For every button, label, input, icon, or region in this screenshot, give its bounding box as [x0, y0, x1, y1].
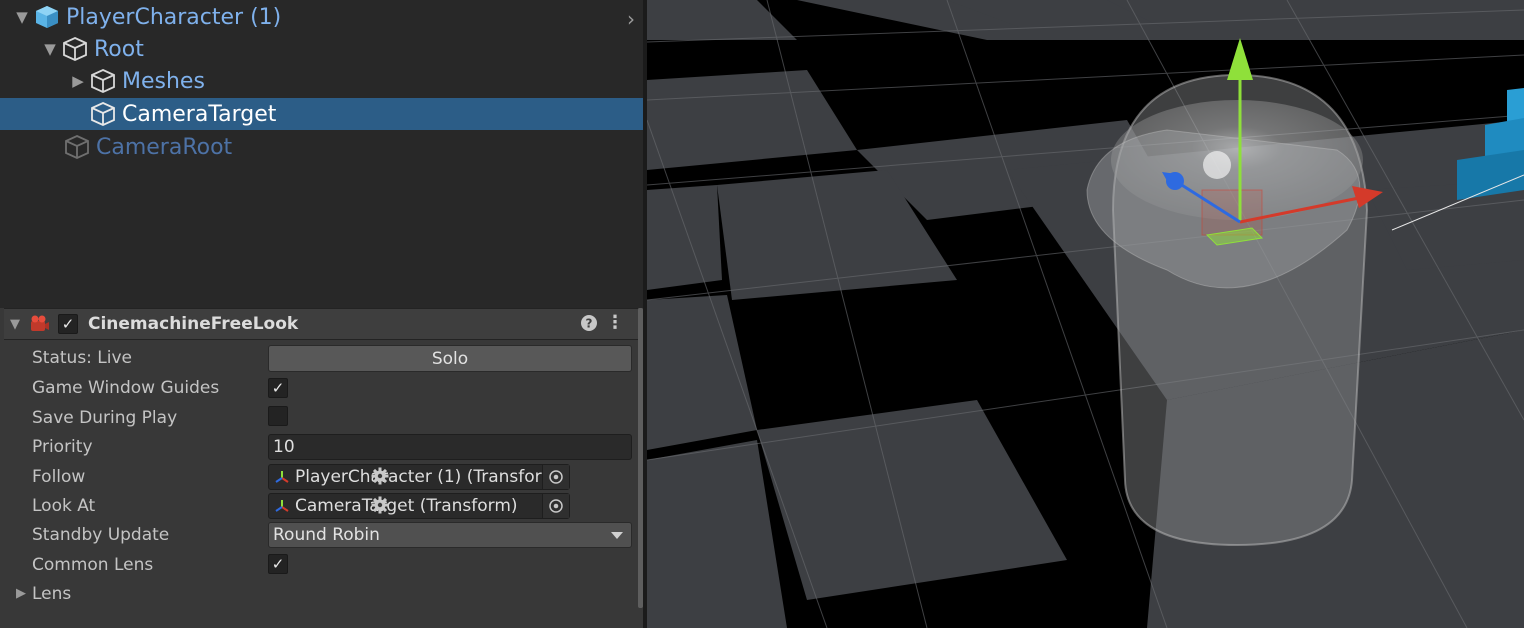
look-at-field[interactable]: CameraTarget (Transform): [268, 493, 570, 519]
left-panel: ▼ PlayerCharacter (1) › ▼ Root ▶ Meshes: [0, 0, 643, 628]
follow-field[interactable]: PlayerCharacter (1) (Transform): [268, 464, 570, 490]
scene-viewport[interactable]: [647, 0, 1524, 628]
standby-update-dropdown[interactable]: Round Robin: [268, 522, 632, 548]
follow-value: PlayerCharacter (1) (Transform): [295, 467, 565, 487]
hierarchy-item-label: CameraRoot: [96, 134, 233, 160]
follow-label: Follow: [32, 467, 86, 487]
hierarchy-item-label: CameraTarget: [122, 101, 277, 127]
standby-update-row: Standby Update Round Robin: [32, 522, 632, 550]
prefab-icon: [32, 2, 62, 32]
game-window-guides-label: Game Window Guides: [32, 378, 220, 398]
cube-icon: [62, 132, 92, 162]
inspector-panel: ▼ ✓ CinemachineFreeLook ? ⋮ Status: Live…: [0, 308, 643, 628]
hierarchy-item-meshes[interactable]: ▶ Meshes: [0, 65, 643, 97]
hierarchy-item-label: Meshes: [122, 68, 205, 94]
player-capsule[interactable]: [1086, 73, 1369, 547]
hierarchy-panel: ▼ PlayerCharacter (1) › ▼ Root ▶ Meshes: [0, 0, 643, 302]
common-lens-row: Common Lens ✓: [32, 552, 632, 580]
priority-label: Priority: [32, 437, 93, 457]
standby-update-value: Round Robin: [273, 525, 380, 545]
hierarchy-item-playercharacter[interactable]: ▼ PlayerCharacter (1) ›: [0, 1, 643, 33]
cube-icon: [60, 34, 90, 64]
more-icon[interactable]: ⋮: [606, 312, 624, 333]
look-at-row: Look At CameraTarget (Transform): [32, 493, 632, 521]
save-during-play-checkbox[interactable]: [268, 406, 288, 426]
transform-icon: [275, 471, 289, 483]
lens-row[interactable]: ▶ Lens: [16, 581, 632, 609]
picker-icon[interactable]: [542, 465, 569, 489]
save-during-play-row: Save During Play: [32, 405, 632, 433]
hierarchy-item-root[interactable]: ▼ Root: [0, 33, 643, 65]
common-lens-label: Common Lens: [32, 555, 154, 575]
cube-icon: [88, 66, 118, 96]
gear-icon[interactable]: [370, 495, 390, 515]
scene-view[interactable]: [647, 0, 1524, 628]
status-label: Status: Live: [32, 348, 133, 368]
hierarchy-item-cameraroot[interactable]: CameraRoot: [0, 131, 643, 163]
chevron-down-icon: [611, 532, 623, 539]
gear-icon[interactable]: [370, 466, 390, 486]
status-row: Status: Live Solo: [32, 345, 632, 373]
svg-text:?: ?: [586, 317, 593, 331]
collapsed-arrow-icon[interactable]: ▶: [68, 71, 88, 91]
game-window-guides-checkbox[interactable]: ✓: [268, 378, 288, 398]
look-at-label: Look At: [32, 496, 96, 516]
cube-icon: [88, 99, 118, 129]
lens-label: Lens: [32, 584, 72, 604]
save-during-play-label: Save During Play: [32, 408, 178, 428]
expand-arrow-icon[interactable]: ▼: [40, 39, 60, 59]
priority-row: Priority 10: [32, 434, 632, 462]
chevron-right-icon[interactable]: ›: [627, 7, 635, 31]
cinemachine-icon: [26, 313, 52, 335]
collapsed-arrow-icon[interactable]: ▶: [16, 586, 26, 601]
picker-icon[interactable]: [542, 494, 569, 518]
look-at-value: CameraTarget (Transform): [295, 496, 518, 516]
follow-row: Follow PlayerCharacter (1) (Transform): [32, 464, 632, 492]
solo-button[interactable]: Solo: [268, 345, 632, 372]
priority-field[interactable]: 10: [268, 434, 632, 460]
hierarchy-item-label: PlayerCharacter (1): [66, 4, 282, 30]
component-title: CinemachineFreeLook: [88, 314, 299, 334]
fold-arrow-icon[interactable]: ▼: [4, 317, 26, 332]
hierarchy-item-label: Root: [94, 36, 144, 62]
help-icon[interactable]: ?: [580, 314, 598, 332]
hierarchy-item-cameratarget[interactable]: CameraTarget: [0, 98, 643, 130]
common-lens-checkbox[interactable]: ✓: [268, 554, 288, 574]
game-window-guides-row: Game Window Guides ✓: [32, 375, 632, 403]
expand-arrow-icon[interactable]: ▼: [12, 7, 32, 27]
component-enabled-checkbox[interactable]: ✓: [58, 314, 78, 334]
component-header[interactable]: ▼ ✓ CinemachineFreeLook ? ⋮: [4, 308, 638, 340]
standby-update-label: Standby Update: [32, 525, 170, 545]
transform-icon: [275, 500, 289, 512]
